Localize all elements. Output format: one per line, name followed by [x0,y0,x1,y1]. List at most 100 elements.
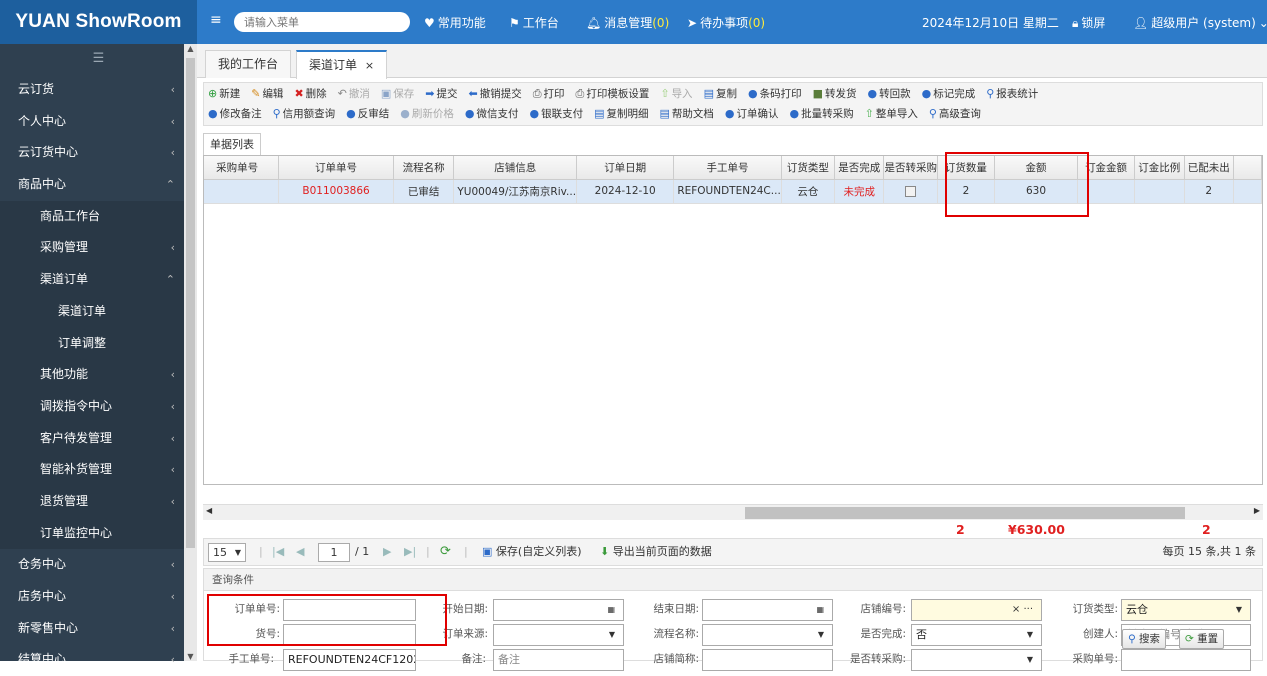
flow-name-select[interactable]: ▼ [702,624,833,646]
toolbar-button[interactable]: ● 微信支付 [465,104,519,124]
column-header[interactable]: 是否转采购 [883,156,938,180]
lock-screen-button[interactable]: 🔒︎ 锁屏 [1072,14,1105,31]
page-size-select[interactable]: 15 ▼ [208,543,246,562]
sidebar-item[interactable]: 店务中心 ‹ [0,581,197,613]
column-header[interactable]: 手工单号 [673,156,782,180]
scroll-up-icon[interactable]: ▲ [184,44,197,53]
sidebar-item[interactable]: 客户待发管理 ‹ [0,422,197,455]
sidebar-scroll-thumb[interactable] [186,58,195,548]
column-header[interactable]: 订货类型 [781,156,835,180]
toolbar-button[interactable]: ▤ 复制明细 [594,104,648,124]
column-header[interactable]: 流程名称 [393,156,455,180]
column-header[interactable]: 订金比例 [1134,156,1185,180]
search-button[interactable]: ⚲ 搜索 [1122,629,1167,649]
sidebar-item[interactable]: 商品工作台 [0,200,197,233]
to-purchase-select[interactable]: ▼ [911,649,1042,671]
toolbar-button[interactable]: ⚲ 高级查询 [929,104,981,124]
hamburger-icon[interactable]: ≡ [210,12,222,28]
favorites-link[interactable]: ♥ 常用功能 [424,14,486,31]
toolbar-button[interactable]: ▣ 保存 [381,84,414,104]
calendar-icon[interactable]: ▦ [816,600,824,620]
sidebar-item[interactable]: 订单监控中心 [0,517,197,550]
manual-no-input[interactable]: REFOUNDTEN24CF1202 [283,649,416,671]
sidebar-item[interactable]: 其他功能 ‹ [0,359,197,391]
sidebar-item[interactable]: 渠道订单 ⌃ [0,264,197,296]
calendar-icon[interactable]: ▦ [607,600,615,620]
column-header[interactable]: 订单单号 [278,156,394,180]
toolbar-button[interactable]: ⚲ 信用额查询 [273,104,336,124]
toolbar-button[interactable]: ▤ 帮助文档 [660,104,714,124]
toolbar-button[interactable]: ⇧ 整单导入 [865,104,918,124]
column-header[interactable]: 店铺信息 [453,156,578,180]
sidebar-item[interactable]: 云订货中心 ‹ [0,137,197,169]
remark-input[interactable]: 备注 [493,649,624,671]
scroll-right-icon[interactable]: ▶ [1254,506,1260,515]
toolbar-button[interactable]: ● 刷新价格 [400,104,454,124]
sidebar-item[interactable]: 订单调整 [0,327,197,360]
grid-scroll-thumb[interactable] [745,507,1185,519]
tab-document-list[interactable]: 单据列表 [203,133,261,155]
column-header[interactable]: 采购单号 [204,156,280,180]
toolbar-button[interactable]: ● 标记完成 [922,84,976,104]
sidebar-item[interactable]: 云订货 ‹ [0,74,197,106]
sidebar-item[interactable]: 个人中心 ‹ [0,106,197,138]
scroll-left-icon[interactable]: ◀ [206,506,212,515]
sidebar-item[interactable]: 调拨指令中心 ‹ [0,390,197,423]
toolbar-button[interactable]: ↶ 撤消 [338,84,370,104]
toolbar-button[interactable]: ● 批量转采购 [790,104,854,124]
order-source-select[interactable]: ▼ [493,624,624,646]
messages-link[interactable]: 🔔︎ 消息管理(0) [586,14,669,31]
workbench-link[interactable]: ⚑ 工作台 [509,14,559,31]
prev-page-icon[interactable]: ◀ [296,544,304,560]
toolbar-button[interactable]: ⊕ 新建 [208,84,240,104]
tab-channel-order[interactable]: 渠道订单 × [296,50,388,79]
toolbar-button[interactable]: ● 订单确认 [725,104,779,124]
toolbar-button[interactable]: ■ 转发货 [813,84,857,104]
sidebar-collapse-icon[interactable]: ☰ [0,44,197,74]
refresh-icon[interactable]: ⟳ [440,544,451,560]
todo-link[interactable]: ➤ 待办事项(0) [687,14,765,31]
toolbar-button[interactable]: ⚲ 报表统计 [986,84,1038,104]
order-type-select[interactable]: 云仓 ▼ [1121,599,1251,621]
end-date-input[interactable]: ▦ [702,599,833,621]
is-complete-select[interactable]: 否 ▼ [911,624,1042,646]
next-page-icon[interactable]: ▶ [383,544,391,560]
sidebar-item[interactable]: 渠道订单 [0,295,197,328]
toolbar-button[interactable]: ✎ 编辑 [251,84,283,104]
column-header[interactable]: 已配未出 [1184,156,1234,180]
purchase-no-input[interactable] [1121,649,1251,671]
first-page-icon[interactable]: |◀ [272,544,284,560]
toolbar-button[interactable]: ➡ 提交 [425,84,457,104]
scroll-down-icon[interactable]: ▼ [184,652,197,661]
toolbar-button[interactable]: ⇧ 导入 [660,84,692,104]
toolbar-button[interactable]: ⎙ 打印 [533,84,565,104]
shop-short-input[interactable] [702,649,833,671]
toolbar-button[interactable]: ● 条码打印 [748,84,802,104]
column-header[interactable]: 是否完成 [834,156,885,180]
last-page-icon[interactable]: ▶| [404,544,416,560]
sidebar-item[interactable]: 采购管理 ‹ [0,232,197,265]
toolbar-button[interactable]: ● 转回款 [867,84,910,104]
toolbar-button[interactable]: ▤ 复制 [704,84,737,104]
grid-horizontal-scrollbar[interactable]: ◀ ▶ [203,504,1263,520]
toolbar-button[interactable]: ⬅ 撤销提交 [469,84,522,104]
sidebar-scrollbar[interactable]: ▲ ▼ [184,44,197,661]
start-date-input[interactable]: ▦ [493,599,624,621]
reset-button[interactable]: ⟳ 重置 [1179,629,1225,649]
user-menu[interactable]: 👤︎ 超级用户 (system) ⌄ [1133,14,1267,31]
sidebar-item[interactable]: 仓务中心 ‹ [0,549,197,581]
page-number-input[interactable]: 1 [318,543,350,562]
close-icon[interactable]: × [365,59,374,72]
sidebar-item[interactable]: 新零售中心 ‹ [0,613,197,645]
export-button[interactable]: ⬇ 导出当前页面的数据 [600,544,712,560]
table-row[interactable]: B011003866 已审结 YU00049/江苏南京Riv... 2024-12-1… [204,179,1262,204]
save-layout-button[interactable]: ▣ 保存(自定义列表) [482,544,582,560]
column-header[interactable]: 订单日期 [576,156,675,180]
tab-my-workbench[interactable]: 我的工作台 [205,50,292,78]
menu-search-input[interactable] [234,12,410,32]
column-header[interactable] [1233,156,1262,180]
toolbar-button[interactable]: ● 反审结 [346,104,389,124]
toolbar-button[interactable]: ⎙ 打印模板设置 [576,84,650,104]
shop-code-input[interactable]: × ··· [911,599,1042,621]
toolbar-button[interactable]: ● 银联支付 [530,104,584,124]
